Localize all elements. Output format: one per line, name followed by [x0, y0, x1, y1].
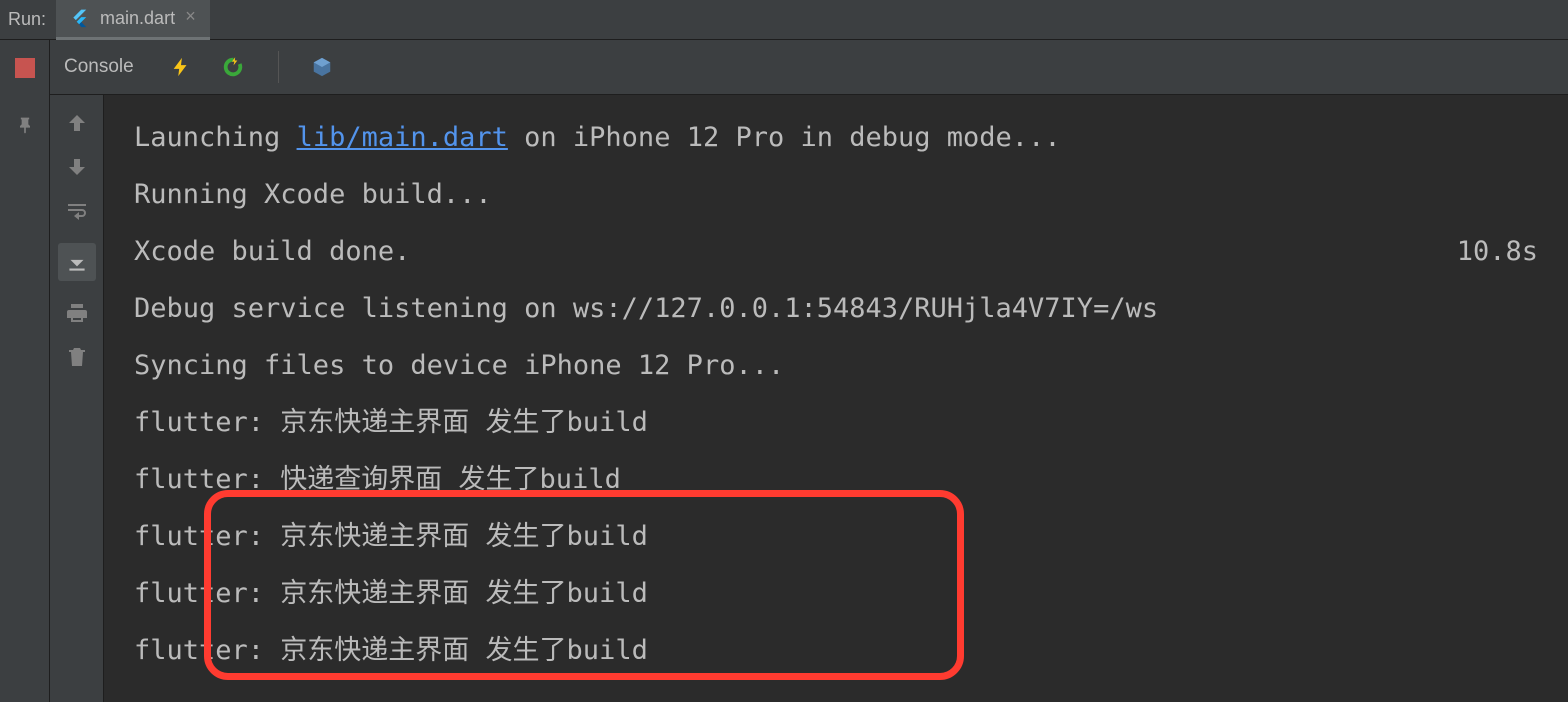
- console-line: flutter: 快递查询界面 发生了build: [134, 451, 1538, 508]
- console-gutter: [50, 95, 104, 702]
- console-output[interactable]: Launching lib/main.dart on iPhone 12 Pro…: [104, 95, 1568, 702]
- text: Xcode build done.: [134, 236, 410, 267]
- text: on iPhone 12 Pro in debug mode...: [508, 122, 1061, 153]
- scroll-to-end-button[interactable]: [58, 243, 96, 281]
- content-right: Console: [50, 40, 1568, 702]
- main-area: Console: [0, 40, 1568, 702]
- flutter-icon: [70, 8, 90, 28]
- console-toolbar: Console: [50, 40, 1568, 95]
- close-icon[interactable]: ×: [185, 8, 196, 28]
- console-line: Launching lib/main.dart on iPhone 12 Pro…: [134, 109, 1538, 166]
- console-line: flutter: 京东快递主界面 发生了build: [134, 622, 1538, 679]
- console-line: Xcode build done. 10.8s: [134, 223, 1538, 280]
- trash-icon[interactable]: [65, 345, 89, 369]
- arrow-down-icon[interactable]: [65, 155, 89, 179]
- run-header: Run: main.dart ×: [0, 0, 1568, 40]
- toolbar-divider: [278, 51, 279, 83]
- console-body: Launching lib/main.dart on iPhone 12 Pro…: [50, 95, 1568, 702]
- stop-button[interactable]: [15, 58, 35, 78]
- pin-icon[interactable]: [15, 116, 35, 136]
- file-link[interactable]: lib/main.dart: [297, 122, 508, 153]
- devtools-icon[interactable]: [311, 56, 333, 78]
- build-time: 10.8s: [1457, 223, 1538, 280]
- console-line: flutter: 京东快递主界面 发生了build: [134, 394, 1538, 451]
- tab-label: main.dart: [100, 8, 175, 29]
- console-label: Console: [64, 56, 134, 78]
- hot-restart-icon[interactable]: [220, 54, 246, 80]
- console-line: Syncing files to device iPhone 12 Pro...: [134, 337, 1538, 394]
- run-label: Run:: [0, 9, 56, 30]
- console-line: flutter: 京东快递主界面 发生了build: [134, 565, 1538, 622]
- console-line: Running Xcode build...: [134, 166, 1538, 223]
- text: Launching: [134, 122, 297, 153]
- print-icon[interactable]: [65, 301, 89, 325]
- hot-reload-icon[interactable]: [170, 56, 192, 78]
- console-line: flutter: 京东快递主界面 发生了build: [134, 508, 1538, 565]
- soft-wrap-icon[interactable]: [65, 199, 89, 223]
- run-tab[interactable]: main.dart ×: [56, 0, 210, 40]
- arrow-up-icon[interactable]: [65, 111, 89, 135]
- left-gutter: [0, 40, 50, 702]
- console-line: Debug service listening on ws://127.0.0.…: [134, 280, 1538, 337]
